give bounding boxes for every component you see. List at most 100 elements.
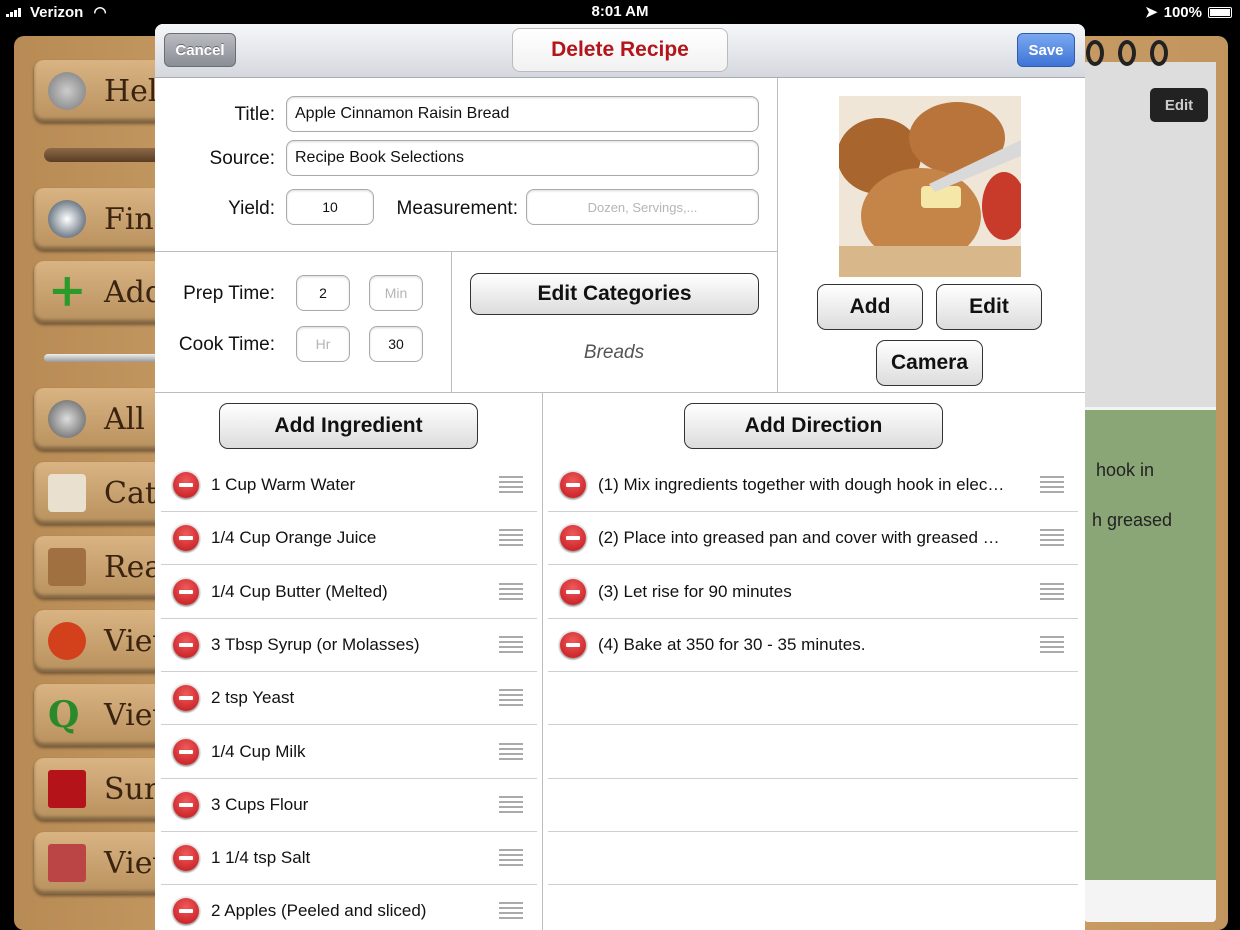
direction-row-text: (3) Let rise for 90 minutes	[598, 581, 792, 601]
reorder-handle-icon[interactable]	[499, 529, 523, 548]
yield-field[interactable]: 10	[286, 189, 374, 225]
delete-recipe-button[interactable]: Delete Recipe	[512, 28, 728, 72]
reorder-handle-icon[interactable]	[1040, 476, 1064, 494]
status-bar: Verizon ◠ 8:01 AM ➤ 100%	[0, 0, 1240, 24]
delete-row-icon[interactable]	[560, 525, 586, 552]
edit-photo-button[interactable]: Edit	[936, 284, 1042, 330]
delete-row-icon[interactable]	[173, 631, 199, 658]
empty-row	[548, 779, 1078, 832]
ingredient-row-text: 1 Cup Warm Water	[211, 475, 356, 494]
heart-icon	[48, 622, 86, 660]
save-button[interactable]: Save	[1017, 33, 1075, 67]
battery-icon	[1208, 6, 1232, 18]
delete-row-icon[interactable]	[560, 578, 586, 605]
delete-row-icon[interactable]	[173, 525, 199, 552]
cancel-button[interactable]: Cancel	[164, 33, 236, 67]
delete-row-icon[interactable]	[173, 472, 199, 498]
title-label: Title:	[234, 104, 275, 125]
q-icon: Q	[48, 694, 80, 736]
direction-row-text: (1) Mix ingredients together with dough …	[598, 475, 1008, 494]
modal-navbar: Cancel Delete Recipe Save	[155, 24, 1085, 78]
ingredient-row[interactable]: 1/4 Cup Orange Juice	[161, 512, 537, 566]
delete-row-icon[interactable]	[173, 685, 199, 712]
direction-row[interactable]: (2) Place into greased pan and cover wit…	[548, 512, 1078, 566]
camera-button[interactable]: Camera	[876, 340, 983, 386]
hourglass-icon	[48, 548, 86, 586]
empty-row	[548, 832, 1078, 886]
ingredient-row-text: 1/4 Cup Milk	[211, 741, 306, 761]
ingredient-row[interactable]: 1/4 Cup Milk	[161, 726, 537, 779]
direction-row-text: (2) Place into greased pan and cover wit…	[598, 528, 1008, 548]
ingredient-row-text: 2 tsp Yeast	[211, 688, 295, 708]
ingredient-row[interactable]: 3 Tbsp Syrup (or Molasses)	[161, 619, 537, 672]
magnifier-icon	[48, 400, 86, 438]
source-label: Source:	[209, 148, 275, 169]
reorder-handle-icon[interactable]	[499, 742, 523, 761]
direction-row[interactable]: (3) Let rise for 90 minutes	[548, 566, 1078, 619]
cook-hours-field[interactable]: Hr	[296, 326, 350, 362]
delete-row-icon[interactable]	[560, 631, 586, 658]
delete-row-icon[interactable]	[173, 898, 199, 925]
clock: 8:01 AM	[591, 3, 649, 20]
notebook-notes: hook in h greased	[1084, 410, 1216, 880]
ingredient-row[interactable]: 1 Cup Warm Water	[161, 459, 537, 512]
category-text: Breads	[583, 342, 645, 363]
empty-row	[548, 726, 1078, 779]
ingredient-row-text: 3 Tbsp Syrup (or Molasses)	[211, 634, 420, 654]
edit-categories-button[interactable]: Edit Categories	[470, 273, 759, 315]
delete-row-icon[interactable]	[173, 791, 199, 818]
cook-minutes-field[interactable]: 30	[369, 326, 423, 362]
direction-row[interactable]: (1) Mix ingredients together with dough …	[548, 459, 1078, 512]
notebook-edit-button: Edit	[1150, 88, 1208, 122]
muffin-image	[839, 96, 1021, 277]
prep-minutes-field[interactable]: Min	[369, 275, 423, 311]
reorder-handle-icon[interactable]	[1040, 582, 1064, 601]
inbox-icon	[48, 474, 86, 512]
cart-icon	[48, 844, 86, 882]
measurement-label: Measurement:	[396, 198, 518, 219]
ingredient-row-text: 1/4 Cup Butter (Melted)	[211, 581, 388, 601]
source-field[interactable]: Recipe Book Selections	[286, 140, 759, 176]
title-field[interactable]: Apple Cinnamon Raisin Bread	[286, 96, 759, 132]
delete-row-icon[interactable]	[173, 845, 199, 872]
reorder-handle-icon[interactable]	[499, 902, 523, 921]
direction-row[interactable]: (4) Bake at 350 for 30 - 35 minutes.	[548, 619, 1078, 672]
reorder-handle-icon[interactable]	[499, 582, 523, 601]
prep-time-label: Prep Time:	[183, 283, 275, 304]
reorder-handle-icon[interactable]	[1040, 635, 1064, 654]
delete-row-icon[interactable]	[560, 472, 586, 498]
reorder-handle-icon[interactable]	[499, 849, 523, 868]
reorder-handle-icon[interactable]	[499, 476, 523, 494]
prep-hours-field[interactable]: 2	[296, 275, 350, 311]
add-ingredient-button[interactable]: Add Ingredient	[219, 403, 478, 449]
ingredient-row-text: 2 Apples (Peeled and sliced)	[211, 901, 427, 921]
battery: ➤ 100%	[1145, 3, 1232, 21]
add-photo-button[interactable]: Add	[817, 284, 923, 330]
reorder-handle-icon[interactable]	[1040, 529, 1064, 548]
delete-row-icon[interactable]	[173, 738, 199, 765]
ingredient-row[interactable]: 1/4 Cup Butter (Melted)	[161, 566, 537, 619]
yield-label: Yield:	[228, 198, 275, 219]
edit-recipe-modal: Cancel Delete Recipe Save Title: Apple C…	[155, 24, 1085, 930]
add-direction-button[interactable]: Add Direction	[684, 403, 943, 449]
delete-row-icon[interactable]	[173, 578, 199, 605]
plus-icon: +	[48, 263, 87, 317]
ingredient-row[interactable]: 1 1/4 tsp Salt	[161, 832, 537, 886]
ingredient-row-text: 1 1/4 tsp Salt	[211, 848, 311, 868]
notebook-panel: Edit hook in h greased	[1084, 62, 1216, 922]
recipe-photo[interactable]	[839, 96, 1021, 277]
reorder-handle-icon[interactable]	[499, 689, 523, 708]
ingredient-row-text: 1/4 Cup Orange Juice	[211, 528, 377, 548]
gift-icon	[48, 770, 86, 808]
direction-row-text: (4) Bake at 350 for 30 - 35 minutes.	[598, 634, 866, 654]
measurement-field[interactable]: Dozen, Servings,...	[526, 189, 759, 225]
cook-time-label: Cook Time:	[178, 334, 275, 355]
reorder-handle-icon[interactable]	[499, 795, 523, 814]
compass-icon	[48, 200, 86, 238]
ingredient-row[interactable]: 2 tsp Yeast	[161, 672, 537, 726]
ingredient-row[interactable]: 2 Apples (Peeled and sliced)	[161, 885, 537, 930]
reorder-handle-icon[interactable]	[499, 635, 523, 654]
empty-row	[548, 672, 1078, 726]
ingredient-row[interactable]: 3 Cups Flour	[161, 779, 537, 832]
spiral-rings	[1086, 40, 1226, 80]
